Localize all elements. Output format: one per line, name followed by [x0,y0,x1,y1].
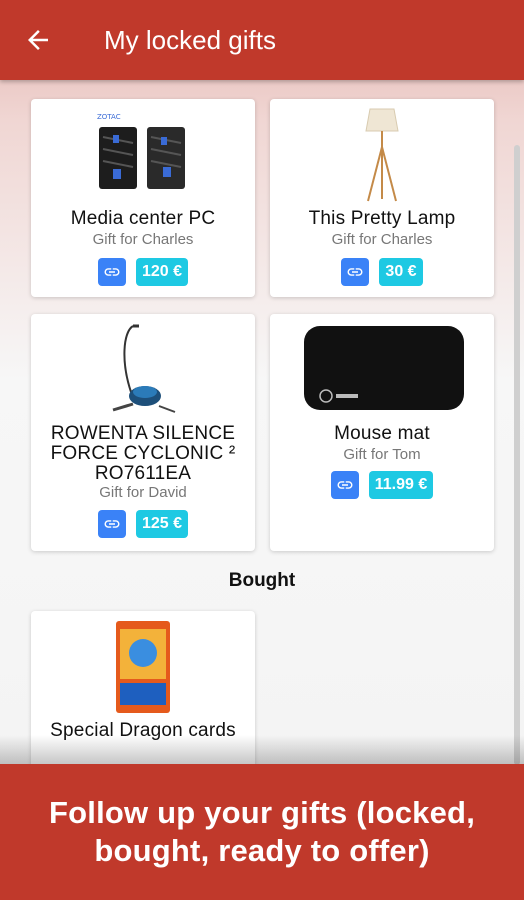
link-button[interactable] [97,258,126,286]
link-button[interactable] [330,471,359,499]
product-image-lamp [270,107,494,203]
product-image-mousemat [270,322,494,418]
arrow-left-icon [28,30,48,50]
price-badge: 125 € [135,510,189,538]
link-icon [104,268,120,276]
gift-name: This Pretty Lamp [308,208,456,229]
page-title: My locked gifts [104,24,276,55]
gift-recipient: Gift for Charles [331,231,433,248]
price-badge: 11.99 € [368,471,434,499]
gift-card[interactable]: ROWENTA SILENCE FORCE CYCLONIC ² RO7611E… [31,314,255,551]
scrollbar[interactable] [514,145,520,765]
product-image-cards [31,619,255,715]
promo-banner: Follow up your gifts (locked, bought, re… [0,764,524,900]
gift-name: ROWENTA SILENCE FORCE CYCLONIC ² RO7611E… [50,423,236,484]
app-bar: My locked gifts [0,0,524,80]
back-button[interactable] [8,0,68,80]
link-icon [104,520,120,528]
link-button[interactable] [97,510,126,538]
product-image-vacuum [31,322,255,418]
price-badge: 120 € [135,258,189,286]
gift-name: Media center PC [70,208,216,229]
gift-recipient: Gift for Charles [92,231,194,248]
section-title-bought: Bought [228,570,296,591]
svg-text:ZOTAC: ZOTAC [97,113,121,121]
product-image-pc: ZOTAC [31,107,255,197]
link-icon [337,481,353,489]
gift-card[interactable]: This Pretty Lamp Gift for Charles 30 € [270,99,494,297]
price-badge: 30 € [379,258,423,286]
gift-name: Mouse mat [334,423,430,444]
gift-recipient: Gift for Tom [343,446,421,463]
promo-text: Follow up your gifts (locked, bought, re… [48,795,476,868]
gift-card[interactable]: Mouse mat Gift for Tom 11.99 € [270,314,494,551]
gift-recipient: Gift for David [99,484,187,501]
link-icon [347,268,363,276]
gift-card[interactable]: ZOTAC Media center PC Gift for Charles 1… [31,99,255,297]
link-button[interactable] [341,258,370,286]
